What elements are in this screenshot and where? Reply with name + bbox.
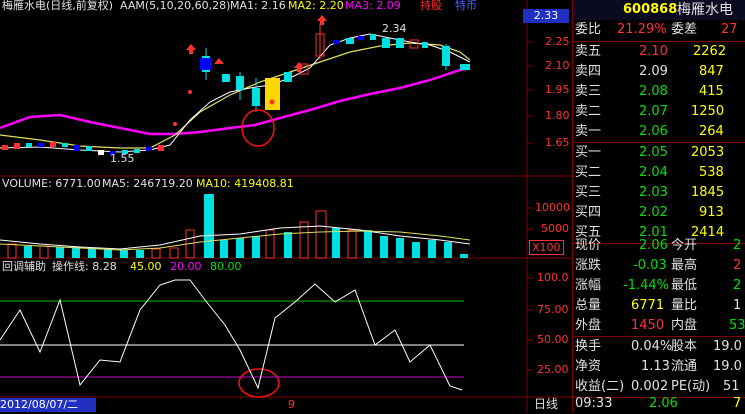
quote-panel: 600868 梅雁水电 委比 21.29% 委差 27 卖五 2.10 2262 卖… <box>572 0 745 413</box>
circle-annotation-price <box>241 109 275 147</box>
volume-tick-2: 5000 <box>541 222 569 235</box>
price-tick-1: 2.25 <box>545 35 570 48</box>
stat-row: 涨幅 -1.44% 最低 2 <box>575 278 742 293</box>
indicator-value-1: 45.00 <box>130 260 162 273</box>
date-cursor: 2012/08/07/二 <box>0 398 96 412</box>
stat2-row: 换手 0.04% 股本 19.0 <box>575 339 742 354</box>
bid-row: 买一 2.05 2053 <box>575 145 725 160</box>
indicator-value-2: 20.00 <box>170 260 202 273</box>
stat-row: 涨跌 -0.03 最高 2 <box>575 258 742 273</box>
aam-label: AAM(5,10,20,60,28) <box>120 0 231 12</box>
stat-row: 外盘 1450 内盘 53 <box>575 318 745 333</box>
ask-row: 卖五 2.10 2262 <box>575 44 727 59</box>
period-button[interactable]: 日线 <box>534 398 558 411</box>
bid-row: 买三 2.03 1845 <box>575 185 725 200</box>
low-price-label: 1.55 <box>110 152 135 165</box>
date-marker: 9 <box>288 398 295 411</box>
bid-row: 买二 2.04 538 <box>575 165 724 180</box>
price-tick-4: 1.80 <box>545 109 570 122</box>
ask-row: 卖四 2.09 847 <box>575 64 724 79</box>
stat-row: 总量 6771 量比 1 <box>575 298 742 313</box>
weibi-row: 委比 21.29% 委差 27 <box>573 20 745 40</box>
tick-price: 2.06 <box>649 396 678 411</box>
tick-row: 09:33 2.06 7 <box>573 394 745 414</box>
price-badge: 2.33 <box>523 9 569 23</box>
kline-chart-area[interactable]: 梅雁水电(日线,前复权) AAM(5,10,20,60,28) MA1: 2.1… <box>0 0 572 413</box>
indicator-tick-2: 75.00 <box>537 303 569 316</box>
volume-ma5: MA5: 246719.20 <box>102 177 193 190</box>
price-tick-2: 2.10 <box>545 59 570 72</box>
stat-row: 现价 2.06 今开 2 <box>575 238 742 253</box>
indicator-line <box>0 279 463 391</box>
volume-ma10: MA10: 419408.81 <box>196 177 294 190</box>
volume-tick-1: 10000 <box>535 201 570 214</box>
weibi-value: 21.29% <box>617 22 667 37</box>
bid-row: 买四 2.02 913 <box>575 205 724 220</box>
chart-canvas <box>0 0 572 413</box>
volume-label: VOLUME: 6771.00 <box>2 177 101 190</box>
stat2-row: 净资 1.13 流通 19.0 <box>575 359 742 374</box>
ask-row: 卖二 2.07 1250 <box>575 104 725 119</box>
ma-yellow-line <box>0 42 471 149</box>
candles <box>2 24 470 155</box>
indicator-name: 回调辅助 <box>2 260 46 273</box>
ma1-value: MA1: 2.16 <box>230 0 286 12</box>
ask-row: 卖三 2.08 415 <box>575 84 724 99</box>
ma2-value: MA2: 2.20 <box>288 0 344 12</box>
indicator-value-3: 80.00 <box>210 260 242 273</box>
tab-other[interactable]: 特币 <box>455 0 477 12</box>
indicator-tick-1: 100.0 <box>537 271 569 284</box>
tick-volume: 7 <box>733 396 742 411</box>
stock-code: 600868 <box>623 2 678 17</box>
price-tick-5: 1.65 <box>545 136 570 149</box>
price-tick-3: 1.95 <box>545 83 570 96</box>
ma-magenta-line <box>0 66 471 136</box>
volume-unit: X100 <box>529 240 564 255</box>
indicator-tick-3: 50.00 <box>537 333 569 346</box>
tab-hold[interactable]: 持股 <box>420 0 442 12</box>
quote-header: 600868 梅雁水电 <box>573 0 745 20</box>
indicator-tick-4: 25.00 <box>537 363 569 376</box>
weicha-value: 27 <box>721 22 738 37</box>
chart-title: 梅雁水电(日线,前复权) <box>2 0 114 12</box>
ask-row: 卖一 2.06 264 <box>575 124 724 139</box>
volume-bars <box>7 194 468 259</box>
indicator-line-value: 操作线: 8.28 <box>52 260 117 273</box>
high-price-label: 2.34 <box>382 22 407 35</box>
stock-name: 梅雁水电 <box>677 2 733 18</box>
tick-time: 09:33 <box>575 396 613 411</box>
ma3-value: MA3: 2.09 <box>345 0 401 12</box>
